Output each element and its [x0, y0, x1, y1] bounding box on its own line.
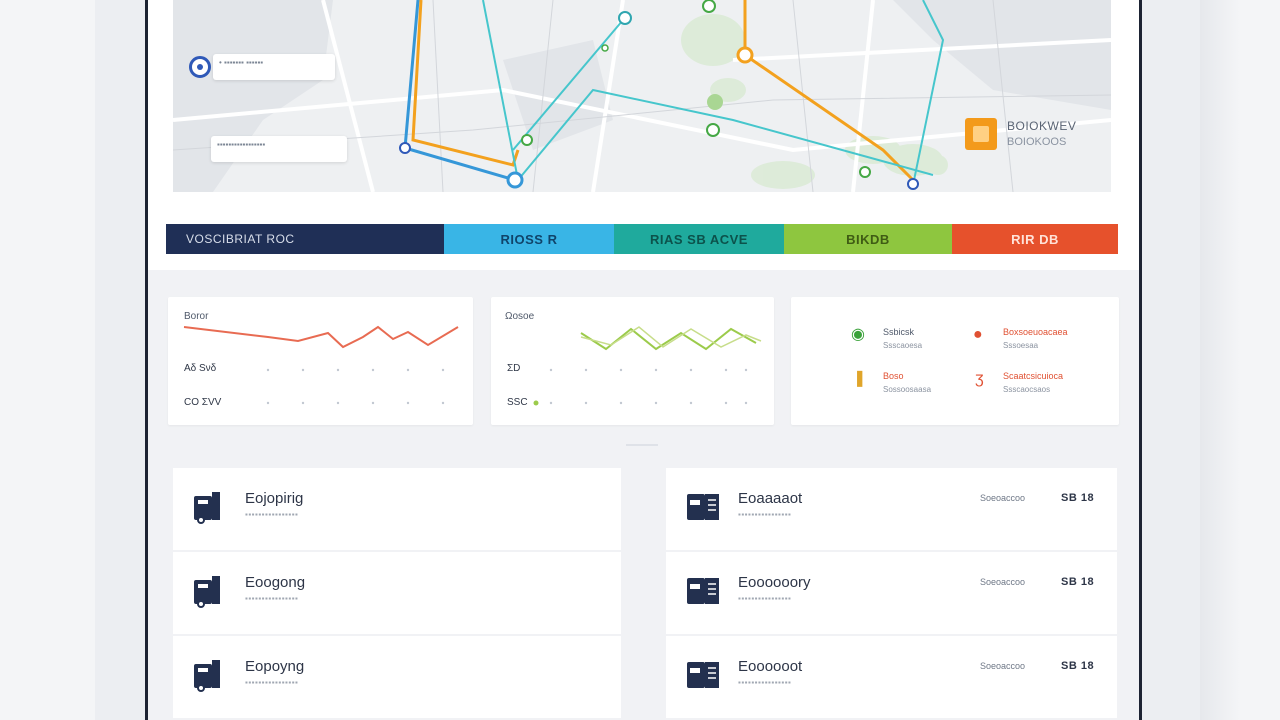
map-legend: BOIOKWEV BOIOKOOS [965, 116, 1105, 158]
map-card-text-2: ▪▪▪▪▪▪▪▪▪▪▪▪▪▪▪▪▪ [217, 140, 266, 149]
list-item-value: SB 18 [1061, 660, 1095, 672]
charts-section: Boror Aδ Sνδ CO ΣVV Ωosoe ΣD SSC ◉ Ssbic… [148, 280, 1139, 440]
leaf-pin-icon: ◉ [851, 326, 865, 343]
list-item[interactable]: Eopoyng ▪▪▪▪▪▪▪▪▪▪▪▪▪▪▪▪ [173, 636, 621, 718]
status-segment-4[interactable]: BIKDB [784, 224, 952, 254]
map-location-icon[interactable] [189, 56, 211, 78]
list-item[interactable]: Eojopirig ▪▪▪▪▪▪▪▪▪▪▪▪▪▪▪▪ [173, 468, 621, 550]
map-card-text: • ▪▪▪▪▪▪▪ ▪▪▪▪▪▪ [219, 58, 264, 67]
truck-icon [194, 576, 220, 608]
list-item[interactable]: Eoooooory ▪▪▪▪▪▪▪▪▪▪▪▪▪▪▪▪ Soeoaccoo SB … [666, 552, 1117, 634]
legend-item-2-label: Boxsoeuoacaea [1003, 327, 1068, 337]
list-item[interactable]: Eoooooot ▪▪▪▪▪▪▪▪▪▪▪▪▪▪▪▪ Soeoaccoo SB 1… [666, 636, 1117, 718]
map-canvas [173, 0, 1111, 192]
chart2-row2-label: SSC [507, 397, 528, 408]
list-item-subtitle: ▪▪▪▪▪▪▪▪▪▪▪▪▪▪▪▪ [245, 510, 299, 519]
list-item-meta: Soeoaccoo [980, 577, 1026, 587]
list-item-title: Eoooooory [738, 574, 811, 591]
list-item-value: SB 18 [1061, 492, 1095, 504]
list-item[interactable]: Eoogong ▪▪▪▪▪▪▪▪▪▪▪▪▪▪▪▪ [173, 552, 621, 634]
list-item-title: Eoooooot [738, 658, 803, 675]
chart2-row1-label: ΣD [507, 363, 521, 374]
legend-line-2: BOIOKOOS [1007, 136, 1067, 148]
truck-icon [687, 662, 719, 688]
route-orange [411, 0, 520, 167]
list-item-title: Eoaaaaot [738, 490, 803, 507]
line-chart-card-2[interactable]: Ωosoe ΣD SSC [491, 297, 774, 425]
chart2-title: Ωosoe [505, 311, 535, 322]
legend-item-3-sub: Sossoosaasa [883, 385, 932, 394]
chart2-series-line [580, 327, 757, 351]
legend-item-1-sub: Ssscaoesa [883, 341, 923, 350]
pager-indicator[interactable] [626, 444, 658, 446]
chart1-series-line [183, 325, 459, 349]
line-chart-card-1[interactable]: Boror Aδ Sνδ CO ΣVV [168, 297, 473, 425]
status-segment-5[interactable]: RIR DB [952, 224, 1118, 254]
tablet-screen: • ▪▪▪▪▪▪▪ ▪▪▪▪▪▪ ▪▪▪▪▪▪▪▪▪▪▪▪▪▪▪▪▪ BOIOK… [145, 0, 1142, 720]
list-item-title: Eopoyng [245, 658, 305, 675]
legend-item-3-label: Boso [883, 371, 904, 381]
list-item-subtitle: ▪▪▪▪▪▪▪▪▪▪▪▪▪▪▪▪ [738, 594, 792, 603]
list-item[interactable]: Eoaaaaot ▪▪▪▪▪▪▪▪▪▪▪▪▪▪▪▪ Soeoaccoo SB 1… [666, 468, 1117, 550]
left-frame [95, 0, 145, 720]
chart1-row2-label: CO ΣVV [184, 397, 222, 408]
status-segment-3[interactable]: RIAS SB ACVE [614, 224, 784, 254]
legend-line-1: BOIOKWEV [1007, 119, 1077, 133]
status-band: VOSCIBRIAT ROC RIOSS R RIAS SB ACVE BIKD… [166, 224, 1118, 254]
truck-icon [687, 578, 719, 604]
list-item-meta: Soeoaccoo [980, 493, 1026, 503]
list-item-meta: Soeoaccoo [980, 661, 1026, 671]
legend-item-1-label: Ssbicsk [883, 327, 915, 337]
vehicle-list-section: Eojopirig ▪▪▪▪▪▪▪▪▪▪▪▪▪▪▪▪ Eoogong ▪▪▪▪▪… [148, 440, 1139, 720]
legend-item-2-sub: Sssoesaa [1003, 341, 1039, 350]
right-list: Eoaaaaot ▪▪▪▪▪▪▪▪▪▪▪▪▪▪▪▪ Soeoaccoo SB 1… [666, 468, 1117, 720]
status-segment-2[interactable]: RIOSS R [444, 224, 614, 254]
truck-icon [194, 660, 220, 692]
temperature-icon: ʒ [975, 370, 984, 387]
chart1-row1-label: Aδ Sνδ [184, 363, 217, 374]
list-item-subtitle: ▪▪▪▪▪▪▪▪▪▪▪▪▪▪▪▪ [738, 510, 792, 519]
list-item-subtitle: ▪▪▪▪▪▪▪▪▪▪▪▪▪▪▪▪ [245, 678, 299, 687]
chart1-title: Boror [184, 311, 209, 322]
list-item-subtitle: ▪▪▪▪▪▪▪▪▪▪▪▪▪▪▪▪ [245, 594, 299, 603]
legend-item-4-label: Scaatcsicuioca [1003, 371, 1064, 381]
map-info-card-2[interactable]: ▪▪▪▪▪▪▪▪▪▪▪▪▪▪▪▪▪ [211, 136, 347, 162]
section-divider [148, 270, 1139, 280]
route-map[interactable]: • ▪▪▪▪▪▪▪ ▪▪▪▪▪▪ ▪▪▪▪▪▪▪▪▪▪▪▪▪▪▪▪▪ BOIOK… [173, 0, 1111, 192]
legend-item-4-sub: Ssscaocsaos [1003, 385, 1051, 394]
list-item-title: Eoogong [245, 574, 306, 591]
lightbulb-icon: ❚ [853, 370, 867, 387]
list-item-subtitle: ▪▪▪▪▪▪▪▪▪▪▪▪▪▪▪▪ [738, 678, 792, 687]
truck-icon [687, 494, 719, 520]
right-shadow [1200, 0, 1240, 720]
legend-square-icon [965, 118, 997, 150]
map-info-card[interactable]: • ▪▪▪▪▪▪▪ ▪▪▪▪▪▪ [213, 54, 335, 80]
truck-icon [194, 492, 220, 524]
right-frame [1140, 0, 1200, 720]
list-item-value: SB 18 [1061, 576, 1095, 588]
location-pin-icon: ● [973, 326, 983, 343]
status-segment-1[interactable]: VOSCIBRIAT ROC [166, 224, 444, 254]
route-orange-2 [743, 0, 920, 187]
left-list: Eojopirig ▪▪▪▪▪▪▪▪▪▪▪▪▪▪▪▪ Eoogong ▪▪▪▪▪… [173, 468, 621, 720]
list-item-title: Eojopirig [245, 490, 304, 507]
indicator-legend-card: ◉ Ssbicsk Ssscaoesa ● Boxsoeuoacaea Ssso… [791, 297, 1119, 425]
